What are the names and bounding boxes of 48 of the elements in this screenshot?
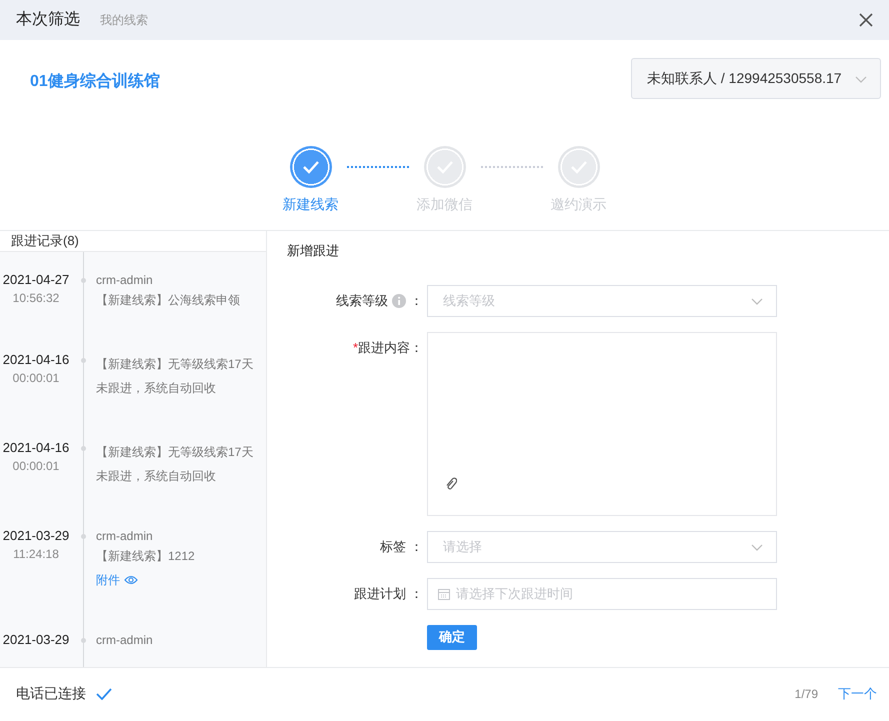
next-link[interactable]: 下一个 [838, 684, 877, 704]
contact-select[interactable]: 未知联系人 / 129942530558.17 [631, 58, 881, 99]
record-time: 00:00:01 [12, 370, 60, 386]
placeholder-text: 线索等级 [443, 292, 495, 310]
record-text: 【新建线索】1212 [96, 548, 195, 564]
label-colon: ： [410, 338, 423, 357]
eye-icon[interactable] [124, 574, 138, 586]
form-title: 新增跟进 [287, 242, 340, 260]
record-time: 11:24:18 [13, 546, 59, 562]
confirm-button[interactable]: 确定 [427, 624, 477, 650]
record-text: 【新建线索】公海线索申领 [96, 292, 240, 308]
paperclip-icon[interactable] [445, 476, 457, 490]
record-date: 2021-03-29 [2, 632, 70, 648]
call-status: 电话已连接 [16, 684, 86, 703]
placeholder-text: 请选择下次跟进时间 [456, 584, 573, 603]
required-mark: * [352, 338, 358, 357]
record-date: 2021-04-16 [2, 352, 70, 368]
label-colon: ： [410, 584, 423, 603]
attachment-link[interactable]: 附件 [96, 568, 138, 592]
placeholder-text: 请选择 [443, 538, 482, 556]
calendar-icon [438, 588, 450, 600]
field-label: 标签 [380, 538, 406, 556]
company-name: 01健身综合训练馆 [30, 71, 160, 92]
dialog-title: 本次筛选 [16, 10, 80, 30]
record-date: 2021-04-16 [2, 440, 70, 456]
label-colon: ： [410, 538, 423, 556]
step-label: 新建线索 [282, 195, 338, 214]
record-date: 2021-04-27 [2, 272, 70, 288]
select-field[interactable]: 请选择 [427, 530, 777, 562]
record-author: crm-admin [96, 528, 153, 544]
select-field[interactable]: 线索等级 [427, 284, 777, 316]
page-counter: 1/79 [794, 686, 818, 702]
field-label: 跟进内容 [358, 338, 410, 357]
panel-title: 跟进记录(8) [0, 231, 266, 252]
record-time: 00:00:01 [12, 458, 60, 474]
record-time: 10:56:32 [12, 290, 60, 306]
record-text: 【新建线索】无等级线索17天未跟进，系统自动回收 [96, 356, 254, 396]
tab-link[interactable]: 我的线索 [100, 11, 148, 29]
label-colon: ： [410, 292, 423, 310]
date-field[interactable]: 请选择下次跟进时间 [427, 578, 777, 610]
record-author: crm-admin [96, 632, 153, 648]
field-label: 线索等级 [336, 292, 388, 310]
record-text: 【新建线索】无等级线索17天未跟进，系统自动回收 [96, 444, 254, 484]
record-date: 2021-03-29 [2, 528, 70, 544]
select-value: 未知联系人 / 129942530558.17 [647, 69, 842, 88]
field-label: 跟进计划 [354, 584, 406, 603]
record-author: crm-admin [96, 272, 153, 288]
close-button[interactable] [859, 13, 873, 27]
